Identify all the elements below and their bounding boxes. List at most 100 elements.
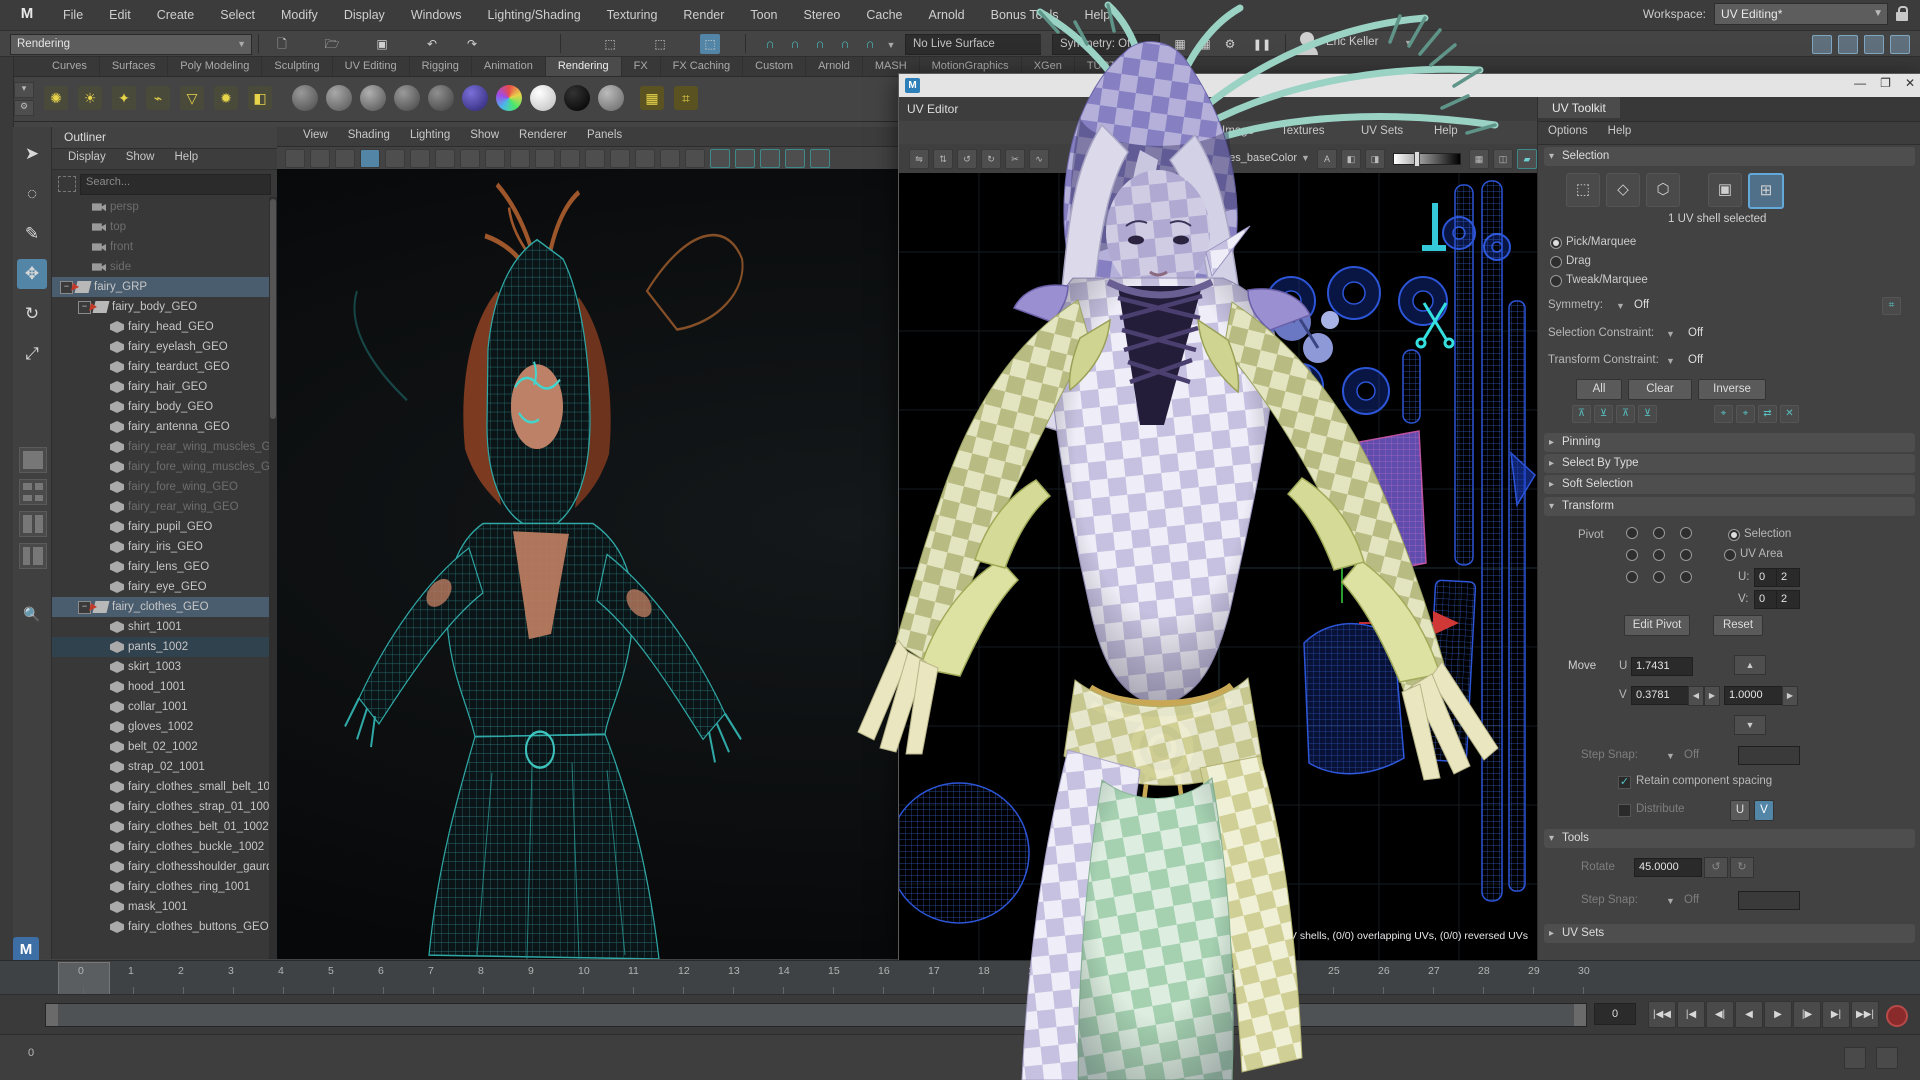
outliner-item-mask_1001[interactable]: mask_1001 [52,897,269,917]
layout-single-pane-icon[interactable] [19,447,47,473]
texture-selector[interactable]: fairy_clothes_baseColor ▼ [1161,149,1310,167]
step-forward-key-button[interactable]: |▶ [1793,1001,1821,1028]
shelf-material-ramp-icon[interactable] [496,85,522,111]
render-settings-icon[interactable]: ⚙ [1220,34,1240,54]
radio-drag[interactable] [1550,256,1562,268]
account-avatar-icon[interactable] [1300,32,1314,46]
rotate-cw-button[interactable]: ↻ [1730,857,1754,878]
viewport-menu-show[interactable]: Show [460,127,509,146]
outliner-menu-display[interactable]: Display [60,149,114,169]
outliner-item-fairy_clothes_strap_01_1001[interactable]: fairy_clothes_strap_01_1001 [52,797,269,817]
shelf-shading-icon[interactable]: ◧ [248,86,272,110]
select-tool-icon[interactable]: ➤ [17,139,47,169]
shelf-tab-custom[interactable]: Custom [743,57,806,76]
outliner-item-hood_1001[interactable]: hood_1001 [52,677,269,697]
shelf-tab-uv-editing[interactable]: UV Editing [333,57,410,76]
viewport-toolbar-icon[interactable] [460,149,480,168]
shelf-tab-fx-caching[interactable]: FX Caching [661,57,743,76]
pivot-grid-radio[interactable] [1653,571,1665,583]
menu-texturing[interactable]: Texturing [594,0,671,30]
pivot-uv-area-radio[interactable] [1724,549,1736,561]
outliner-item-fairy_tearduct_GEO[interactable]: fairy_tearduct_GEO [52,357,269,377]
current-frame-field[interactable]: 0 [1594,1003,1636,1025]
display-alpha-icon[interactable]: ◨ [1365,149,1385,169]
clear-pin-icon[interactable]: ✕ [1780,405,1799,423]
menu-bonus-tools[interactable]: Bonus Tools [978,0,1072,30]
edit-pivot-button[interactable]: Edit Pivot [1624,615,1690,636]
viewport-toolbar-icon[interactable] [635,149,655,168]
transform-constraint-value[interactable]: Off [1688,354,1703,366]
display-rgb-icon[interactable]: ◧ [1341,149,1361,169]
outliner-item-fairy_body_GEO[interactable]: −fairy_body_GEO [52,297,269,317]
selection-constraint-value[interactable]: Off [1688,327,1703,339]
uv-flip-u-icon[interactable]: ⇋ [909,149,929,169]
set-key-icon[interactable] [1876,1047,1898,1069]
outliner-item-persp[interactable]: persp [52,197,269,217]
viewport-toolbar-icon[interactable] [285,149,305,168]
outliner-item-fairy_eyelash_GEO[interactable]: fairy_eyelash_GEO [52,337,269,357]
viewport-toolbar-icon[interactable] [510,149,530,168]
move-left-button[interactable]: ◀ [1688,686,1704,706]
move-v-field[interactable]: 0.3781 [1631,686,1693,705]
outliner-search-input[interactable]: Search... [80,174,271,195]
select-component-icon[interactable]: ⬚ [700,34,720,54]
uv-sew-icon[interactable]: ∿ [1029,149,1049,169]
radio-pick-marquee[interactable] [1550,237,1562,249]
outliner-item-fairy_body_GEO[interactable]: fairy_body_GEO [52,397,269,417]
outliner-item-fairy_eye_GEO[interactable]: fairy_eye_GEO [52,577,269,597]
step-back-key-button[interactable]: ◀| [1706,1001,1734,1028]
uv-rotate-cw-icon[interactable]: ↻ [981,149,1001,169]
chevron-down-icon[interactable]: ▼ [1666,896,1675,906]
shelf-texture-icon[interactable]: ▦ [640,86,664,110]
menu-toon[interactable]: Toon [737,0,790,30]
dock-grip[interactable] [0,57,14,1080]
close-window-icon[interactable]: ✕ [1905,76,1915,90]
image-dim-slider[interactable] [1393,153,1461,165]
inverse-button[interactable]: Inverse [1698,379,1766,400]
shelf-material-gray-icon[interactable] [598,85,624,111]
texture-borders-icon[interactable]: ◫ [1493,149,1513,169]
display-image-icon[interactable]: A [1317,149,1337,169]
shelf-material-white-icon[interactable] [530,85,556,111]
uv-toolkit-tab[interactable]: UV Toolkit [1538,97,1620,118]
outliner-item-fairy_rear_wing_muscles_GEO[interactable]: fairy_rear_wing_muscles_GEO [52,437,269,457]
select-uv-icon[interactable]: ▣ [1708,173,1742,207]
menu-render[interactable]: Render [670,0,737,30]
step-back-frame-button[interactable]: |◀ [1677,1001,1705,1028]
outliner-menu-show[interactable]: Show [118,149,163,169]
uv-rotate-ccw-icon[interactable]: ↺ [957,149,977,169]
shelf-directional-light-icon[interactable]: ☀ [78,86,102,110]
new-scene-icon[interactable]: 🗋 [272,34,292,54]
shelf-tab-surfaces[interactable]: Surfaces [100,57,168,76]
viewport-toolbar-icon[interactable] [485,149,505,168]
outliner-item-side[interactable]: side [52,257,269,277]
section-pinning[interactable]: Pinning [1544,433,1915,452]
shelf-uv-icon[interactable]: ⌗ [674,86,698,110]
shelf-material-phong-icon[interactable] [360,85,386,111]
all-button[interactable]: All [1576,379,1622,400]
viewport-toolbar-icon[interactable] [660,149,680,168]
viewport-menu-lighting[interactable]: Lighting [400,127,460,146]
select-vertex-icon[interactable]: ⬚ [1566,173,1600,207]
section-tools[interactable]: Tools [1544,829,1915,848]
menu-help[interactable]: Help [1072,0,1124,30]
uv-toolkit-menu-help[interactable]: Help [1598,122,1642,144]
chevron-down-icon[interactable]: ▼ [1666,751,1675,761]
outliner-item-top[interactable]: top [52,217,269,237]
pivot-v-min-field[interactable]: 0 [1754,590,1778,609]
shelf-material-blinn-icon[interactable] [326,85,352,111]
uv-flip-v-icon[interactable]: ⇅ [933,149,953,169]
shelf-material-purple-icon[interactable] [462,85,488,111]
snap-grid-icon[interactable]: ∩ [760,34,780,54]
sidebar-toggle-modeling-toolkit-icon[interactable] [1890,35,1910,54]
outliner-item-fairy_clothes_buttons_GEO[interactable]: fairy_clothes_buttons_GEO [52,917,269,937]
workspace-selector[interactable]: UV Editing*▼ [1714,3,1888,25]
menu-modify[interactable]: Modify [268,0,331,30]
play-backwards-button[interactable]: ◀ [1735,1001,1763,1028]
uv-grid-icon[interactable]: ⌗ [1099,149,1119,169]
uv-editor-menu-uv-sets[interactable]: UV Sets [1361,125,1403,137]
viewport-toolbar-icon[interactable] [785,149,805,168]
outliner-item-fairy_clothes_GEO[interactable]: −fairy_clothes_GEO [52,597,269,617]
symmetry-value[interactable]: Off [1634,299,1649,311]
minimize-window-icon[interactable]: — [1854,76,1866,90]
